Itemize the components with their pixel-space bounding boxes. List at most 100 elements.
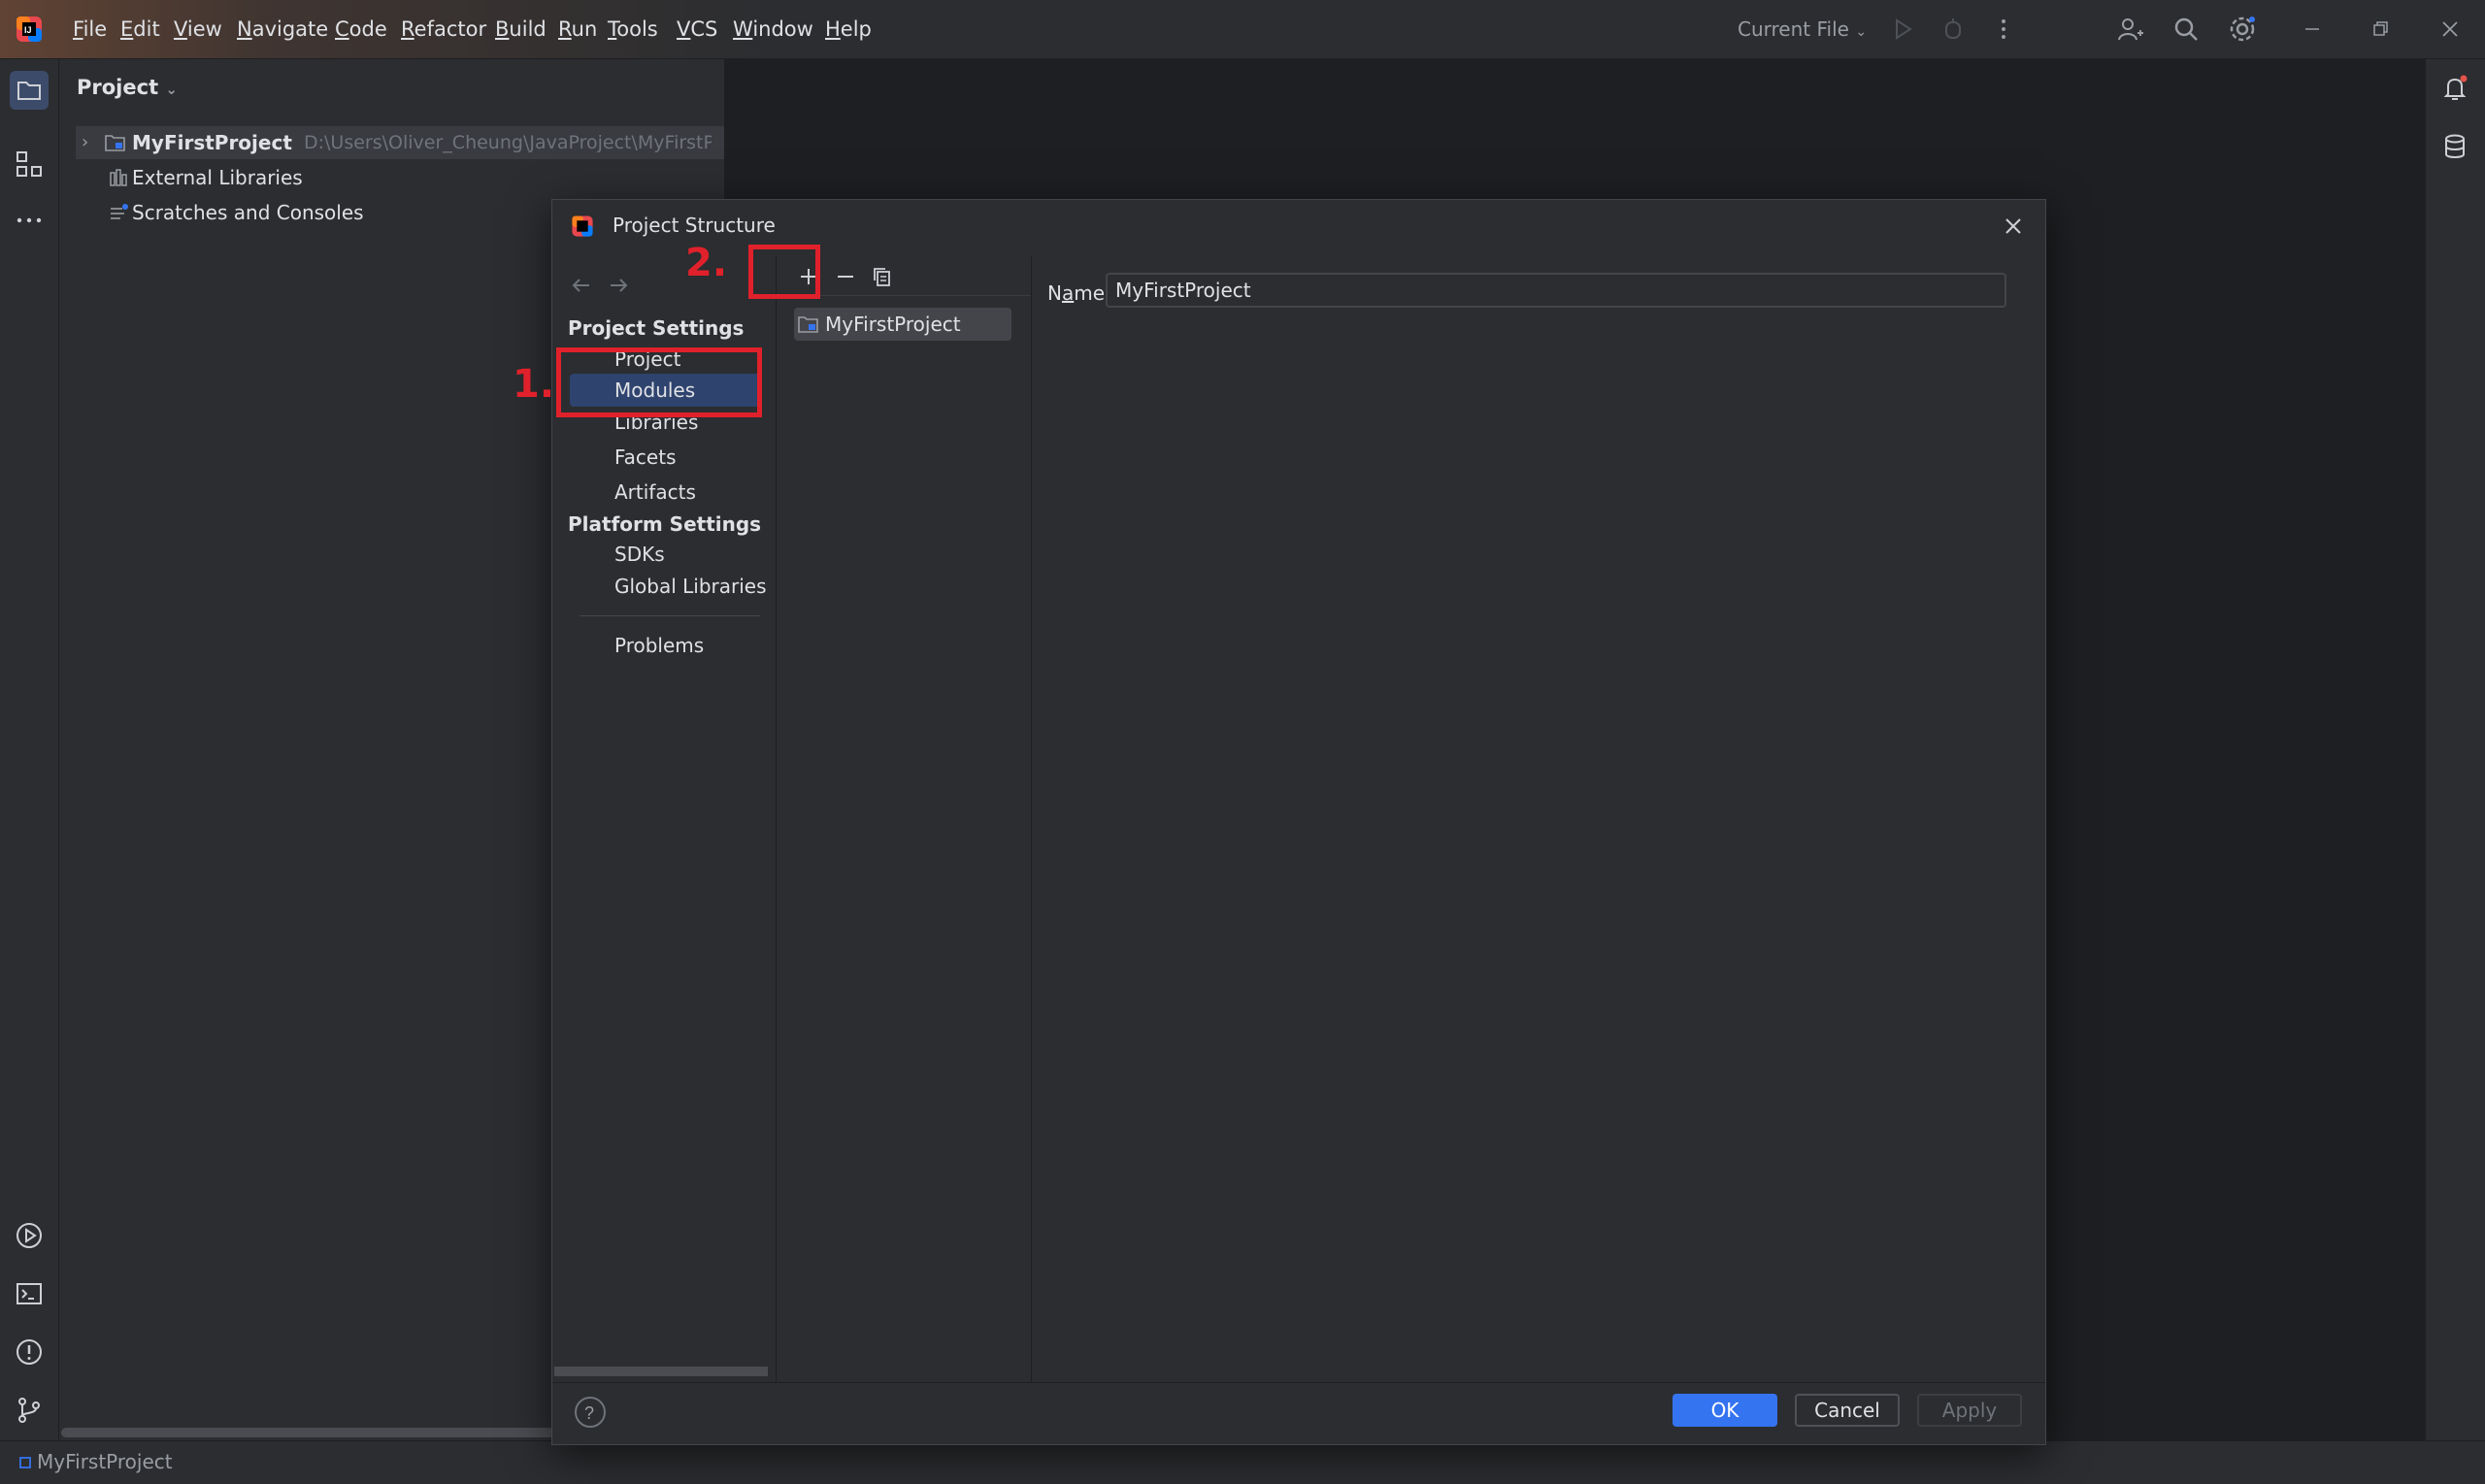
menu-run[interactable]: Run bbox=[558, 17, 597, 41]
more-tools-icon[interactable] bbox=[14, 205, 45, 236]
run-icon[interactable] bbox=[1887, 14, 1918, 45]
name-label-pre: N bbox=[1047, 281, 1062, 305]
annotation-box-add bbox=[748, 245, 820, 299]
nav-item-facets[interactable]: Facets bbox=[614, 445, 677, 469]
restore-icon[interactable] bbox=[2365, 14, 2396, 45]
run-tool-icon[interactable] bbox=[14, 1220, 45, 1251]
structure-icon[interactable] bbox=[14, 148, 45, 180]
menu-help[interactable]: Help bbox=[825, 17, 872, 41]
menu-mnemonic: V bbox=[677, 17, 691, 41]
menu-window[interactable]: Window bbox=[733, 17, 813, 41]
menu-code[interactable]: Code bbox=[335, 17, 387, 41]
forward-arrow-icon[interactable] bbox=[607, 274, 630, 297]
svg-text:IJ: IJ bbox=[24, 25, 32, 35]
svg-text:?: ? bbox=[584, 1403, 594, 1423]
menu-label-rest: un bbox=[571, 17, 598, 41]
more-options-icon[interactable] bbox=[1988, 14, 2019, 45]
module-name-value: MyFirstProject bbox=[1115, 279, 1251, 302]
notifications-bell-icon[interactable] bbox=[2439, 73, 2470, 104]
status-project-name[interactable]: MyFirstProject bbox=[37, 1450, 173, 1473]
nav-item-global-libraries[interactable]: Global Libraries bbox=[614, 575, 767, 598]
dialog-title: Project Structure bbox=[613, 214, 776, 237]
module-square-icon bbox=[19, 1457, 31, 1468]
horizontal-scrollbar[interactable] bbox=[61, 1428, 554, 1437]
menu-label-rest: elp bbox=[840, 17, 872, 41]
search-icon[interactable] bbox=[2170, 14, 2202, 45]
menu-label-rest: dit bbox=[133, 17, 160, 41]
copy-icon[interactable] bbox=[872, 266, 893, 287]
nav-item-sdks[interactable]: SDKs bbox=[614, 543, 665, 566]
menu-vcs[interactable]: VCS bbox=[677, 17, 717, 41]
status-bar: MyFirstProject bbox=[0, 1440, 2485, 1484]
menu-label-rest: ools bbox=[616, 17, 658, 41]
menu-view[interactable]: View bbox=[174, 17, 222, 41]
project-settings-header: Project Settings bbox=[568, 316, 745, 340]
menu-mnemonic: T bbox=[608, 17, 617, 41]
tree-row-external-libraries[interactable]: External Libraries bbox=[76, 161, 658, 194]
menu-label-rest: ile bbox=[83, 17, 108, 41]
chevron-down-icon: ⌄ bbox=[1855, 24, 1868, 40]
chevron-down-icon: ⌄ bbox=[165, 81, 178, 98]
nav-scrollbar[interactable] bbox=[554, 1367, 768, 1376]
module-name-field[interactable]: MyFirstProject bbox=[1106, 273, 2006, 308]
settings-gear-icon[interactable] bbox=[2227, 14, 2258, 45]
module-details-panel: Name: MyFirstProject bbox=[1032, 256, 2045, 1382]
run-config-selector[interactable]: Current File ⌄ bbox=[1738, 17, 1867, 41]
minimize-icon[interactable] bbox=[2297, 14, 2328, 45]
menu-tools[interactable]: Tools bbox=[608, 17, 658, 41]
terminal-icon[interactable] bbox=[14, 1278, 45, 1309]
project-root-path: D:\Users\Oliver_Cheung\JavaProject\MyFir… bbox=[304, 132, 712, 153]
project-panel-header[interactable]: Project ⌄ bbox=[77, 76, 178, 99]
project-tool-window-button[interactable] bbox=[10, 71, 49, 110]
scratches-label: Scratches and Consoles bbox=[132, 201, 364, 224]
nav-divider bbox=[580, 615, 760, 616]
close-dialog-icon[interactable] bbox=[1999, 212, 2028, 241]
menu-mnemonic: H bbox=[825, 17, 841, 41]
libraries-icon bbox=[109, 169, 128, 186]
git-icon[interactable] bbox=[14, 1395, 45, 1426]
menu-label-rest: indow bbox=[752, 17, 813, 41]
database-icon[interactable] bbox=[2439, 131, 2470, 162]
tree-row-project-root[interactable]: › MyFirstProject D:\Users\Oliver_Cheung\… bbox=[76, 126, 724, 159]
problems-icon[interactable] bbox=[14, 1336, 45, 1368]
intellij-logo-icon bbox=[570, 214, 595, 239]
menu-refactor[interactable]: Refactor bbox=[401, 17, 486, 41]
add-user-icon[interactable] bbox=[2114, 14, 2145, 45]
ok-button[interactable]: OK bbox=[1673, 1394, 1777, 1427]
project-panel-title: Project bbox=[77, 76, 159, 99]
settings-nav-panel: Project Settings Project Modules Librari… bbox=[552, 256, 777, 1382]
help-icon[interactable]: ? bbox=[574, 1396, 607, 1429]
menu-mnemonic: N bbox=[237, 17, 252, 41]
menu-mnemonic: F bbox=[73, 17, 83, 41]
annotation-step-1: 1. bbox=[513, 362, 555, 407]
menu-label-rest: uild bbox=[509, 17, 547, 41]
footer-divider bbox=[552, 1382, 2045, 1383]
remove-icon[interactable] bbox=[835, 266, 856, 287]
menu-build[interactable]: Build bbox=[495, 17, 547, 41]
project-root-name: MyFirstProject bbox=[132, 131, 292, 154]
back-arrow-icon[interactable] bbox=[570, 274, 593, 297]
platform-settings-header: Platform Settings bbox=[568, 512, 762, 536]
apply-button[interactable]: Apply bbox=[1917, 1394, 2022, 1427]
menu-navigate[interactable]: Navigate bbox=[237, 17, 328, 41]
menu-mnemonic: W bbox=[733, 17, 753, 41]
right-tool-strip bbox=[2425, 59, 2485, 1440]
menu-label-rest: CS bbox=[690, 17, 718, 41]
folder-icon bbox=[17, 82, 41, 100]
menu-mnemonic: C bbox=[335, 17, 349, 41]
left-tool-strip bbox=[0, 59, 59, 1440]
chevron-right-icon: › bbox=[82, 132, 89, 152]
menu-mnemonic: R bbox=[558, 17, 572, 41]
module-folder-icon bbox=[798, 315, 819, 333]
intellij-logo-icon[interactable]: IJ bbox=[14, 14, 45, 45]
cancel-button[interactable]: Cancel bbox=[1795, 1394, 1900, 1427]
external-libraries-label: External Libraries bbox=[132, 166, 303, 189]
module-list-item[interactable]: MyFirstProject bbox=[794, 308, 1011, 341]
menu-file[interactable]: File bbox=[73, 17, 107, 41]
menu-edit[interactable]: Edit bbox=[120, 17, 160, 41]
close-window-icon[interactable] bbox=[2435, 14, 2466, 45]
nav-item-artifacts[interactable]: Artifacts bbox=[614, 480, 696, 504]
nav-item-problems[interactable]: Problems bbox=[614, 634, 704, 657]
annotation-step-2: 2. bbox=[685, 241, 728, 285]
debug-icon[interactable] bbox=[1938, 14, 1969, 45]
